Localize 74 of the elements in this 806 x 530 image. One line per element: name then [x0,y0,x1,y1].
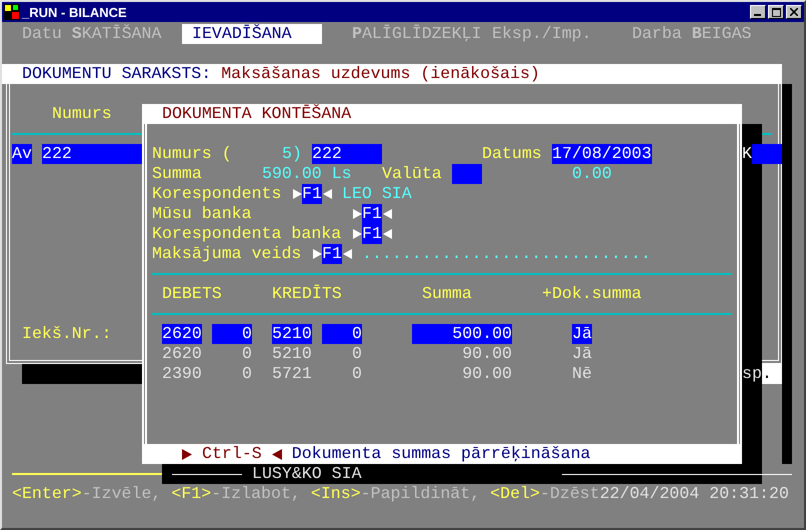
table-cell-text: 0 [241,344,252,364]
table-cell: 222 [42,144,142,164]
close-icon [790,8,798,16]
field-value: ............................. [362,244,652,264]
field-label: Numurs ( [152,144,233,164]
column-header: +Dok.summa [542,284,643,304]
table-cell: Jā [572,324,592,344]
field-label: Korespondenta banka [152,224,342,244]
pointer-left-icon [272,448,282,460]
table-cell: 500.00 [412,324,512,344]
table-cell: 5210 [272,344,312,364]
pointer-left-icon [342,249,352,259]
maximize-button[interactable] [768,5,784,19]
table-cell: 5210 [272,324,312,344]
table-cell: Av [12,144,32,164]
input-field[interactable] [22,364,142,384]
pointer-left-icon [322,189,332,199]
lookup-key[interactable]: F1 [302,184,322,204]
field-label: Maksājuma veids [152,244,302,264]
shortcut-key: Ctrl-S [202,444,262,464]
field-label: Valūta [382,164,442,184]
field-label: Mūsu banka [152,204,252,224]
table-cell: 2620 [162,344,202,364]
table-cell: 2620 [162,324,202,344]
field-value: 590.00 Ls [262,164,352,184]
hint-text: Dokumenta summas pārrēķināšana [292,444,590,464]
menu-item[interactable]: IEVADĪŠANA [182,24,322,44]
close-button[interactable] [786,5,802,19]
dialog-title: DOKUMENTA KONTĒŠANA [142,104,742,124]
table-cell-text: 90.00 [461,344,512,364]
maximize-icon [772,8,780,16]
field-value: LEO SIA [342,184,413,204]
table-cell-text: 0 [241,364,252,384]
column-header: Summa [422,284,473,304]
field-value: 0.00 [572,164,612,184]
company-name: LUSY&KO SIA [252,464,362,484]
pointer-right-icon [312,249,322,259]
field-label: Iekš.Nr.: [22,324,113,344]
input-field[interactable] [452,164,482,184]
shortcut-hint: <Del>-Dzēst [490,484,600,504]
lookup-key[interactable]: F1 [362,224,382,244]
input-field[interactable]: . [762,364,782,384]
field-label: Datums [482,144,542,164]
shortcut-hint: <F1>-Izlabot, [171,484,301,504]
lookup-key[interactable]: F1 [322,244,342,264]
input-field[interactable]: 222 [312,144,382,164]
window-title: _RUN - BILANCE [22,4,128,20]
column-header: DEBETS [162,284,223,304]
table-cell: Nē [572,364,592,384]
table-cell-text: 0 [351,364,362,384]
table-cell: 2390 [162,364,202,384]
shortcut-hint: <Ins>-Papildināt, [310,484,480,504]
pointer-right-icon [182,448,192,460]
label-fragment: sp [742,364,762,384]
lookup-key[interactable]: F1 [362,204,382,224]
field-label: Korespondents [152,184,282,204]
date-time: 22/04/2004 20:31:20 [600,484,789,504]
input-field[interactable]: 17/08/2003 [552,144,652,164]
table-cell: 0 [212,324,252,344]
table-cell: 0 [322,324,362,344]
minimize-button[interactable] [750,5,766,19]
table-cell-text: 0 [351,344,362,364]
field-value: 5) [282,144,302,164]
column-header: KREDĪTS [272,284,343,304]
table-cell-text: 90.00 [461,364,512,384]
list-title: DOKUMENTU SARAKSTS: Maksāšanas uzdevums (ienākošais) [2,64,782,84]
table-cell: 5721 [272,364,312,384]
table-cell: Jā [572,344,592,364]
table-cell: K [742,144,782,164]
pointer-right-icon [292,189,302,199]
app-icon [4,4,20,20]
column-header: Numurs [52,104,113,124]
shortcut-hint: <Enter>-Izvēle, [12,484,162,504]
field-label: Summa [152,164,202,184]
